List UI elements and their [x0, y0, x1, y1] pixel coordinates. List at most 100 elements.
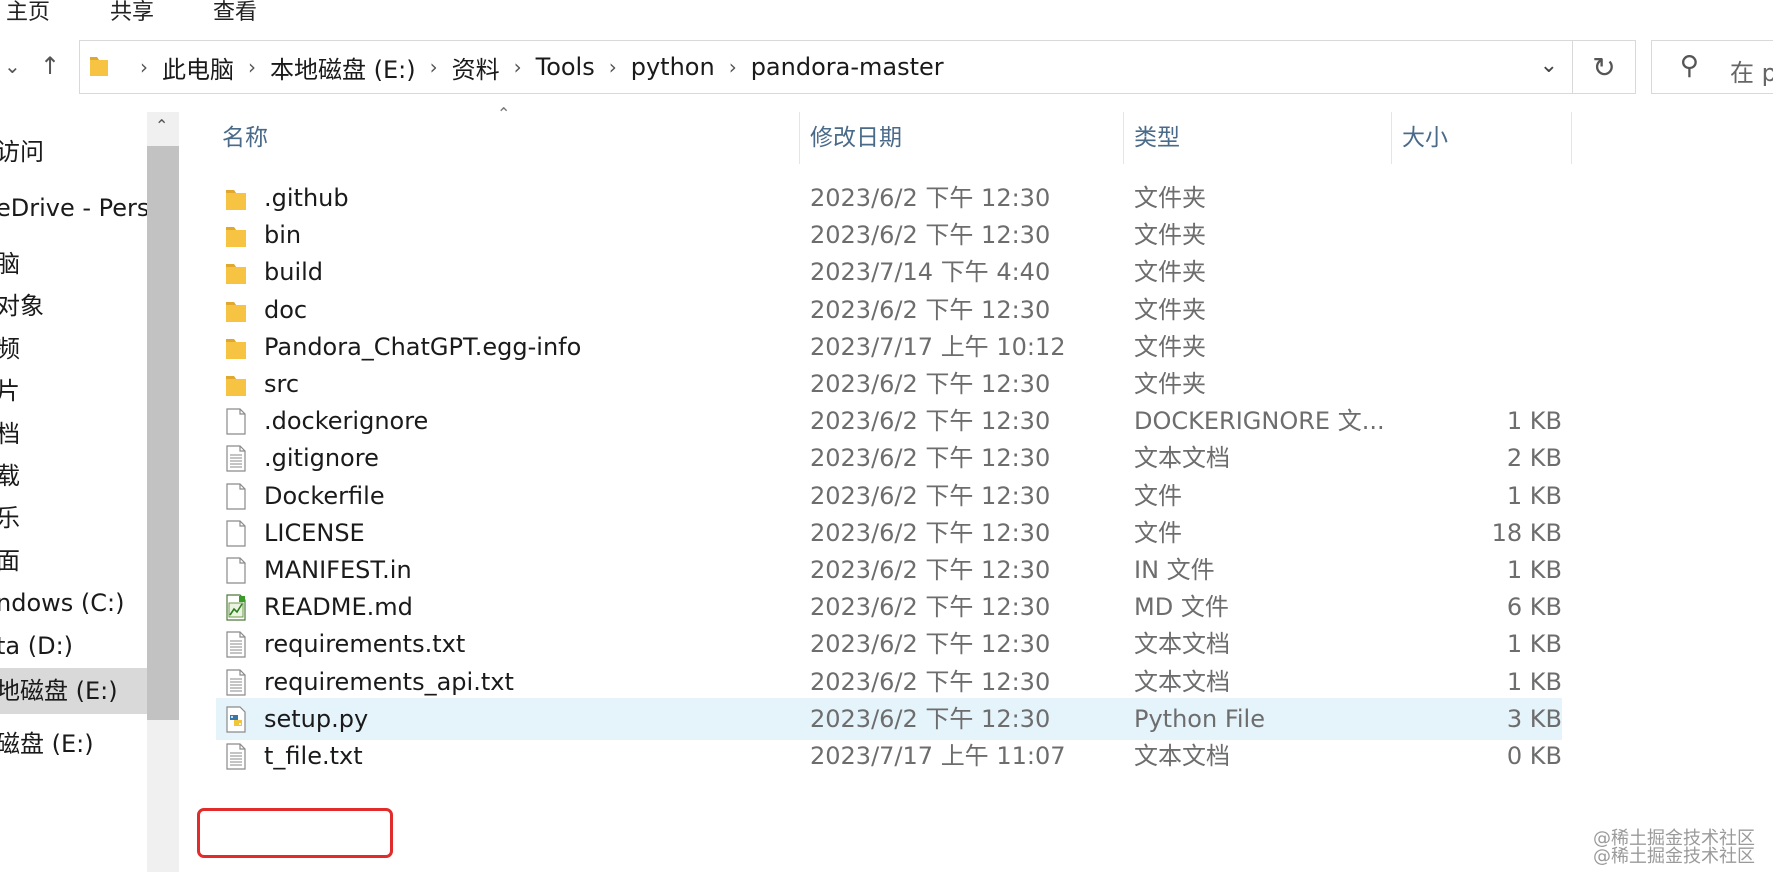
- file-row[interactable]: t_file.txt 2023/7/17 上午 11:07 文本文档 0 KB: [216, 735, 1562, 777]
- file-name: .gitignore: [264, 444, 379, 473]
- file-row[interactable]: .dockerignore 2023/6/2 下午 12:30 DOCKERIGNO…: [216, 400, 1562, 442]
- file-row[interactable]: requirements.txt 2023/6/2 下午 12:30 文本文档 1 K…: [216, 623, 1562, 665]
- file-type: 文件: [1134, 518, 1182, 547]
- address-bar[interactable]: › 此电脑 › 本地磁盘 (E:) › 资料 › Tools › python …: [79, 40, 1573, 94]
- blank-file-icon: [226, 557, 246, 584]
- blank-file-icon: [226, 520, 246, 547]
- file-size: 0 KB: [1506, 742, 1562, 770]
- markdown-file-icon: [226, 594, 246, 621]
- file-type: DOCKERIGNORE 文...: [1134, 407, 1385, 436]
- file-name: doc: [264, 295, 308, 324]
- file-name: build: [264, 258, 324, 287]
- breadcrumb-item[interactable]: 资料: [452, 50, 500, 85]
- folder-icon: [226, 376, 246, 396]
- up-arrow-icon[interactable]: ↑: [40, 52, 60, 80]
- file-row[interactable]: build 2023/7/14 下午 4:40 文件夹: [216, 251, 1562, 293]
- folder-icon: [226, 264, 246, 285]
- file-size: 1 KB: [1506, 407, 1562, 436]
- nav-item[interactable]: 对象: [0, 286, 48, 326]
- file-row-selected[interactable]: setup.py 2023/6/2 下午 12:30 Python File 3 KB: [216, 697, 1562, 740]
- file-date: 2023/6/2 下午 12:30: [810, 370, 1051, 398]
- file-type: Python File: [1134, 704, 1265, 733]
- nav-item[interactable]: 脑: [0, 244, 24, 284]
- file-size: 1 KB: [1506, 556, 1562, 584]
- breadcrumb-separator-icon[interactable]: ›: [729, 55, 737, 79]
- breadcrumb-separator-icon[interactable]: ›: [248, 55, 256, 79]
- nav-item[interactable]: 访问: [0, 132, 48, 172]
- tab-home[interactable]: 主页: [6, 0, 50, 26]
- file-type: 文件夹: [1134, 295, 1206, 324]
- file-row[interactable]: requirements_api.txt 2023/6/2 下午 12:30 文本文…: [216, 661, 1562, 703]
- file-row[interactable]: bin 2023/6/2 下午 12:30 文件夹: [216, 214, 1562, 256]
- column-divider[interactable]: [1391, 112, 1392, 164]
- folder-icon: [226, 227, 246, 248]
- tab-share[interactable]: 共享: [110, 0, 154, 26]
- nav-item[interactable]: ta (D:): [0, 626, 77, 666]
- breadcrumb-item[interactable]: python: [631, 53, 715, 81]
- file-type: 文件: [1134, 481, 1182, 510]
- file-type: 文件夹: [1134, 332, 1206, 361]
- column-header-size[interactable]: 大小: [1402, 112, 1448, 164]
- file-date: 2023/6/2 下午 12:30: [810, 556, 1051, 584]
- text-file-icon: [226, 743, 246, 770]
- search-placeholder: 在 p: [1730, 59, 1773, 87]
- file-date: 2023/6/2 下午 12:30: [810, 518, 1051, 547]
- file-row[interactable]: Pandora_ChatGPT.egg-info 2023/7/17 上午 10:…: [216, 326, 1562, 368]
- file-row[interactable]: src 2023/6/2 下午 12:30 文件夹: [216, 363, 1562, 405]
- nav-item[interactable]: 乐: [0, 498, 24, 538]
- file-row[interactable]: MANIFEST.in 2023/6/2 下午 12:30 IN 文件 1 KB: [216, 549, 1562, 591]
- nav-item[interactable]: 频: [0, 329, 24, 369]
- file-name: setup.py: [264, 704, 369, 733]
- file-date: 2023/6/2 下午 12:30: [810, 667, 1051, 696]
- file-name: MANIFEST.in: [264, 556, 412, 584]
- breadcrumb-item[interactable]: pandora-master: [751, 53, 944, 81]
- navigation-bar: ⌄ ↑ › 此电脑 › 本地磁盘 (E:) › 资料 › Tools › pyt…: [0, 34, 1773, 104]
- file-date: 2023/6/2 下午 12:30: [810, 481, 1051, 510]
- file-row[interactable]: .github 2023/6/2 下午 12:30 文件夹: [216, 177, 1562, 219]
- nav-item[interactable]: eDrive - Persc: [0, 188, 147, 228]
- column-divider[interactable]: [1123, 112, 1124, 164]
- nav-item[interactable]: 面: [0, 541, 24, 581]
- file-name: requirements.txt: [264, 630, 466, 659]
- breadcrumb-item[interactable]: 本地磁盘 (E:): [270, 50, 416, 85]
- annotation-highlight-box: [197, 808, 393, 858]
- file-name: Dockerfile: [264, 481, 385, 510]
- refresh-button[interactable]: ↻: [1573, 40, 1636, 94]
- file-row[interactable]: .gitignore 2023/6/2 下午 12:30 文本文档 2 KB: [216, 437, 1562, 479]
- nav-item[interactable]: 磁盘 (E:): [0, 724, 98, 764]
- nav-item-selected[interactable]: 地磁盘 (E:): [0, 668, 147, 714]
- column-divider[interactable]: [799, 112, 800, 164]
- file-type: 文本文档: [1134, 742, 1230, 770]
- ribbon-tabs: 主页 共享 查看: [0, 0, 1773, 35]
- breadcrumb-separator-icon[interactable]: ›: [430, 55, 438, 79]
- breadcrumb-item[interactable]: 此电脑: [162, 50, 234, 85]
- folder-icon: [226, 301, 246, 322]
- nav-scrollbar-thumb[interactable]: [147, 146, 179, 720]
- file-date: 2023/7/17 上午 11:07: [810, 742, 1066, 770]
- scroll-up-icon[interactable]: ⌃: [155, 116, 168, 135]
- breadcrumb-separator-icon[interactable]: ›: [514, 55, 522, 79]
- address-history-chevron-icon[interactable]: ⌄: [1540, 53, 1558, 78]
- file-size: 1 KB: [1506, 667, 1562, 696]
- file-row[interactable]: doc 2023/6/2 下午 12:30 文件夹: [216, 289, 1562, 331]
- nav-item[interactable]: 片: [0, 371, 24, 411]
- file-row[interactable]: Dockerfile 2023/6/2 下午 12:30 文件 1 KB: [216, 475, 1562, 517]
- nav-item[interactable]: ndows (C:): [0, 583, 128, 623]
- nav-item[interactable]: 档: [0, 414, 24, 454]
- search-box[interactable]: ⚲ 在 p: [1651, 40, 1773, 94]
- file-date: 2023/6/2 下午 12:30: [810, 704, 1051, 733]
- tab-view[interactable]: 查看: [213, 0, 257, 26]
- blank-file-icon: [226, 408, 246, 435]
- column-header-name[interactable]: 名称: [222, 112, 268, 164]
- file-type: 文本文档: [1134, 444, 1230, 473]
- column-header-type[interactable]: 类型: [1134, 112, 1180, 164]
- column-divider[interactable]: [1571, 112, 1572, 164]
- breadcrumb-item[interactable]: Tools: [536, 53, 595, 81]
- file-row[interactable]: README.md 2023/6/2 下午 12:30 MD 文件 6 KB: [216, 586, 1562, 628]
- breadcrumb-separator-icon: ›: [140, 55, 148, 79]
- nav-item[interactable]: 载: [0, 456, 24, 496]
- column-header-date[interactable]: 修改日期: [810, 112, 902, 164]
- breadcrumb-separator-icon[interactable]: ›: [609, 55, 617, 79]
- file-row[interactable]: LICENSE 2023/6/2 下午 12:30 文件 18 KB: [216, 512, 1562, 554]
- recent-locations-chevron-icon[interactable]: ⌄: [4, 54, 21, 78]
